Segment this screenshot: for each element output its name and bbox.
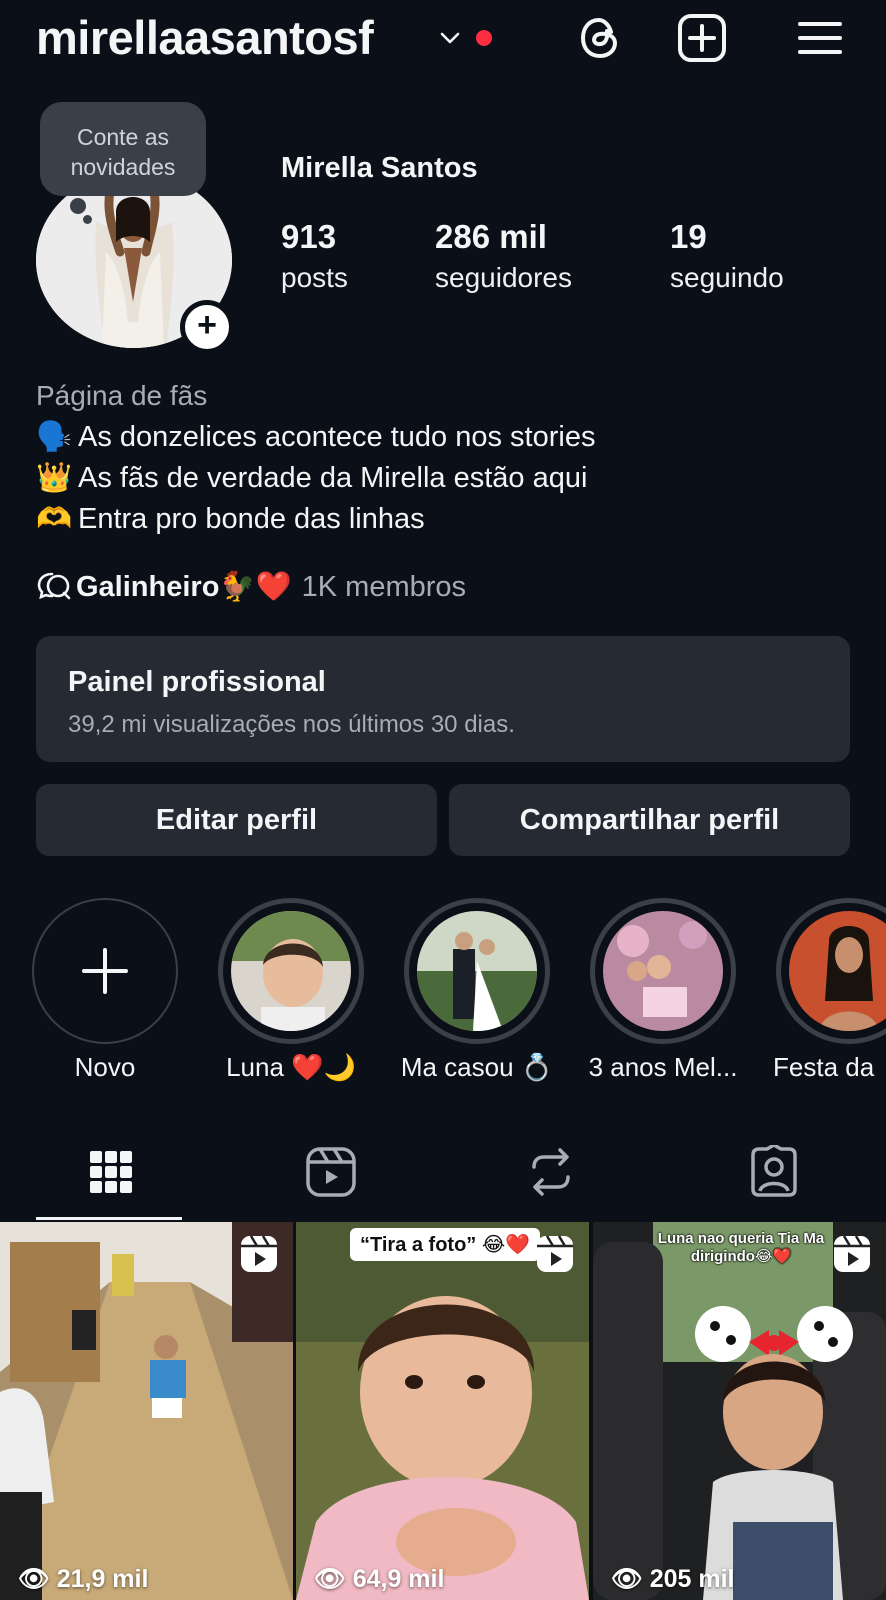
post-image — [0, 1222, 293, 1600]
bio-text: As donzelices acontece tudo nos stories — [78, 421, 596, 453]
post-thumbnail[interactable]: “Tira a foto” 😂❤️ 👁 64,9 mil — [296, 1222, 589, 1600]
edit-profile-button[interactable]: Editar perfil — [36, 784, 437, 856]
highlight-ma-casou[interactable] — [404, 898, 550, 1044]
post-image — [296, 1222, 589, 1600]
post-caption: Luna nao queria Tia Ma dirigindo😂❤️ — [657, 1230, 825, 1265]
bio-text: Entra pro bonde das linhas — [78, 503, 425, 535]
post-thumbnail[interactable]: 👁 21,9 mil — [0, 1222, 293, 1600]
following-label[interactable]: seguindo — [670, 262, 784, 294]
bio-emoji: 🗣️ — [36, 421, 73, 453]
profile-full-name: Mirella Santos — [281, 152, 478, 184]
views-count: 👁 205 mil — [611, 1565, 734, 1594]
add-story-button[interactable]: + — [180, 300, 234, 354]
bio-category: Página de fãs — [36, 380, 208, 411]
reposts-icon[interactable] — [524, 1145, 578, 1199]
eye-icon: 👁 — [18, 1565, 50, 1593]
highlight-festa[interactable] — [776, 898, 886, 1044]
highlight-label: 3 anos Mel... — [588, 1052, 738, 1082]
followers-label[interactable]: seguidores — [435, 262, 572, 294]
post-caption: “Tira a foto” 😂❤️ — [350, 1228, 541, 1261]
notification-dot — [476, 30, 492, 46]
posts-count[interactable]: 913 — [281, 218, 336, 256]
bio-line: 👑 As fãs de verdade da Mirella estão aqui — [36, 461, 587, 495]
post-thumbnail[interactable]: Luna nao queria Tia Ma dirigindo😂❤️ 👁 20… — [593, 1222, 886, 1600]
share-profile-button[interactable]: Compartilhar perfil — [449, 784, 850, 856]
reel-icon — [241, 1235, 277, 1272]
profile-username[interactable]: mirellaasantosf — [36, 10, 374, 65]
active-tab-indicator — [36, 1217, 182, 1220]
highlight-label: Ma casou 💍 — [400, 1052, 554, 1082]
highlight-label: Festa da — [773, 1052, 875, 1082]
views-value: 205 mil — [649, 1565, 735, 1593]
profile-note-bubble[interactable]: Conte as novidades — [40, 102, 206, 196]
highlight-label: Luna ❤️🌙 — [226, 1052, 356, 1082]
bio-emoji: 👑 — [36, 462, 73, 494]
create-icon[interactable] — [676, 12, 728, 64]
menu-icon[interactable] — [794, 12, 846, 64]
channel-name[interactable]: Galinheiro🐓❤️ — [76, 571, 292, 603]
grid-icon[interactable] — [84, 1145, 138, 1199]
views-value: 64,9 mil — [352, 1565, 445, 1593]
highlight-luna[interactable] — [218, 898, 364, 1044]
views-value: 21,9 mil — [56, 1565, 149, 1593]
eye-icon: 👁 — [611, 1565, 643, 1593]
note-bubble-tail-small — [83, 215, 92, 224]
channel-members: 1K membros — [301, 571, 467, 603]
dashboard-subtitle: 39,2 mi visualizações nos últimos 30 dia… — [68, 711, 515, 738]
bio-text: As fãs de verdade da Mirella estão aqui — [78, 462, 588, 494]
plus-icon — [82, 948, 128, 994]
posts-label[interactable]: posts — [281, 262, 348, 294]
note-bubble-tail — [70, 198, 86, 214]
chevron-down-icon[interactable] — [438, 26, 462, 50]
bio-emoji: 🫶 — [36, 503, 73, 535]
views-count: 👁 64,9 mil — [314, 1565, 444, 1594]
reel-icon — [834, 1235, 870, 1272]
followers-count[interactable]: 286 mil — [435, 218, 547, 256]
threads-icon[interactable] — [574, 12, 626, 64]
tagged-icon[interactable] — [747, 1145, 801, 1199]
eye-icon: 👁 — [314, 1565, 346, 1593]
highlight-label: Novo — [74, 1052, 136, 1082]
new-highlight-button[interactable] — [32, 898, 178, 1044]
bio-line: 🗣️ As donzelices acontece tudo nos storie… — [36, 420, 595, 454]
post-image — [593, 1222, 886, 1600]
views-count: 👁 21,9 mil — [18, 1565, 148, 1594]
bio-line: 🫶 Entra pro bonde das linhas — [36, 502, 425, 536]
professional-dashboard[interactable]: Painel profissional 39,2 mi visualizaçõe… — [36, 636, 850, 762]
following-count[interactable]: 19 — [670, 218, 707, 256]
dashboard-title: Painel profissional — [68, 666, 326, 698]
broadcast-channel-link[interactable]: Galinheiro🐓❤️ 1K membros — [36, 570, 466, 604]
channel-icon — [37, 572, 71, 600]
reels-icon[interactable] — [304, 1145, 358, 1199]
highlight-3-anos[interactable] — [590, 898, 736, 1044]
reel-icon — [537, 1235, 573, 1272]
